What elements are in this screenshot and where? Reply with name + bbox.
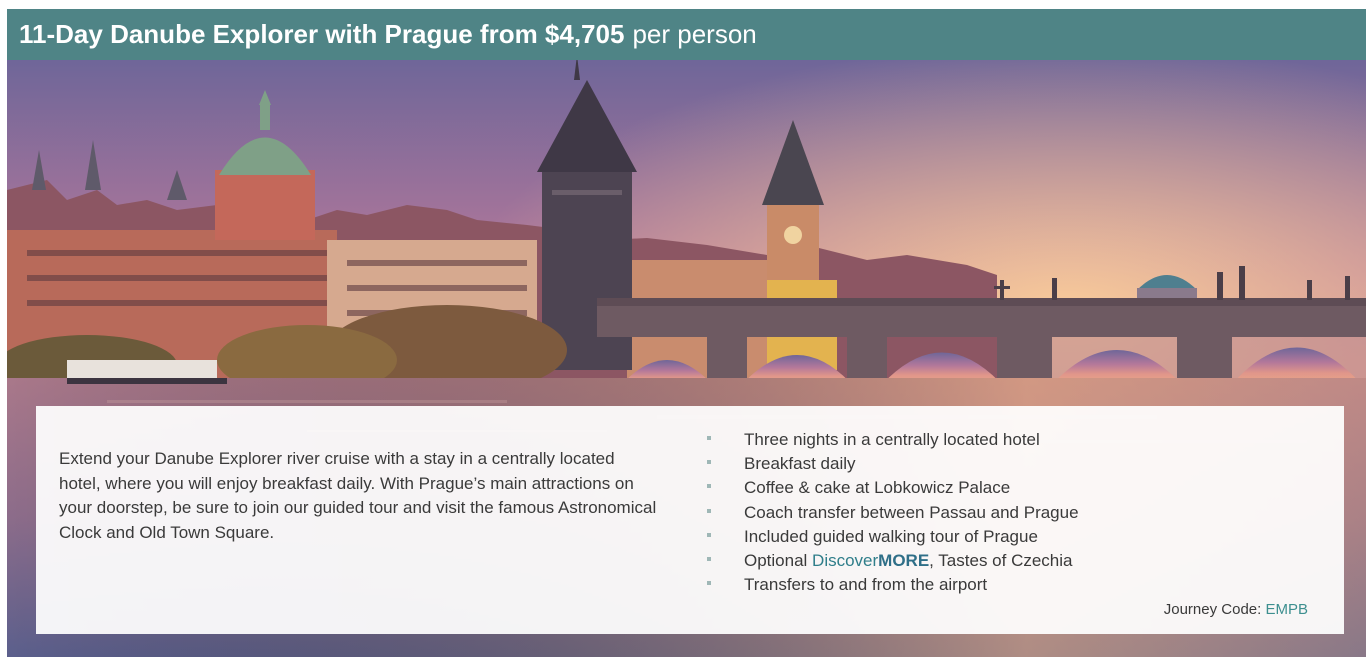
journey-code-value: EMPB	[1265, 601, 1308, 618]
tour-title-suffix: per person	[632, 19, 757, 49]
journey-code: Journey Code: EMPB	[1164, 601, 1308, 618]
square-bullet-icon	[707, 581, 711, 586]
discover-more-link[interactable]: DiscoverMORE	[812, 551, 929, 570]
square-bullet-icon	[707, 508, 711, 513]
inclusion-item: Transfers to and from the airport	[707, 573, 1079, 597]
journey-code-label: Journey Code:	[1163, 601, 1266, 618]
square-bullet-icon	[707, 557, 711, 562]
inclusion-item: Coffee & cake at Lobkowicz Palace	[707, 476, 1079, 500]
tour-description: Extend your Danube Explorer river cruise…	[59, 449, 657, 542]
square-bullet-icon	[707, 436, 711, 440]
inclusion-item: Optional DiscoverMORE, Tastes of Czechia	[707, 549, 1079, 573]
tour-details-panel: Extend your Danube Explorer river cruise…	[36, 406, 1344, 634]
inclusion-item: Included guided walking tour of Prague	[707, 525, 1079, 549]
square-bullet-icon	[707, 532, 711, 537]
tour-title: 11-Day Danube Explorer with Prague from …	[19, 19, 625, 49]
inclusion-item: Coach transfer between Passau and Prague	[707, 501, 1079, 525]
tour-title-bar: 11-Day Danube Explorer with Prague from …	[7, 9, 1366, 60]
inclusion-item: Breakfast daily	[707, 452, 1079, 476]
inclusion-item: Three nights in a centrally located hote…	[707, 428, 1079, 452]
inclusions-list: Three nights in a centrally located hote…	[707, 428, 1079, 597]
tour-card: 11-Day Danube Explorer with Prague from …	[7, 9, 1366, 657]
square-bullet-icon	[707, 460, 711, 465]
square-bullet-icon	[707, 484, 711, 489]
